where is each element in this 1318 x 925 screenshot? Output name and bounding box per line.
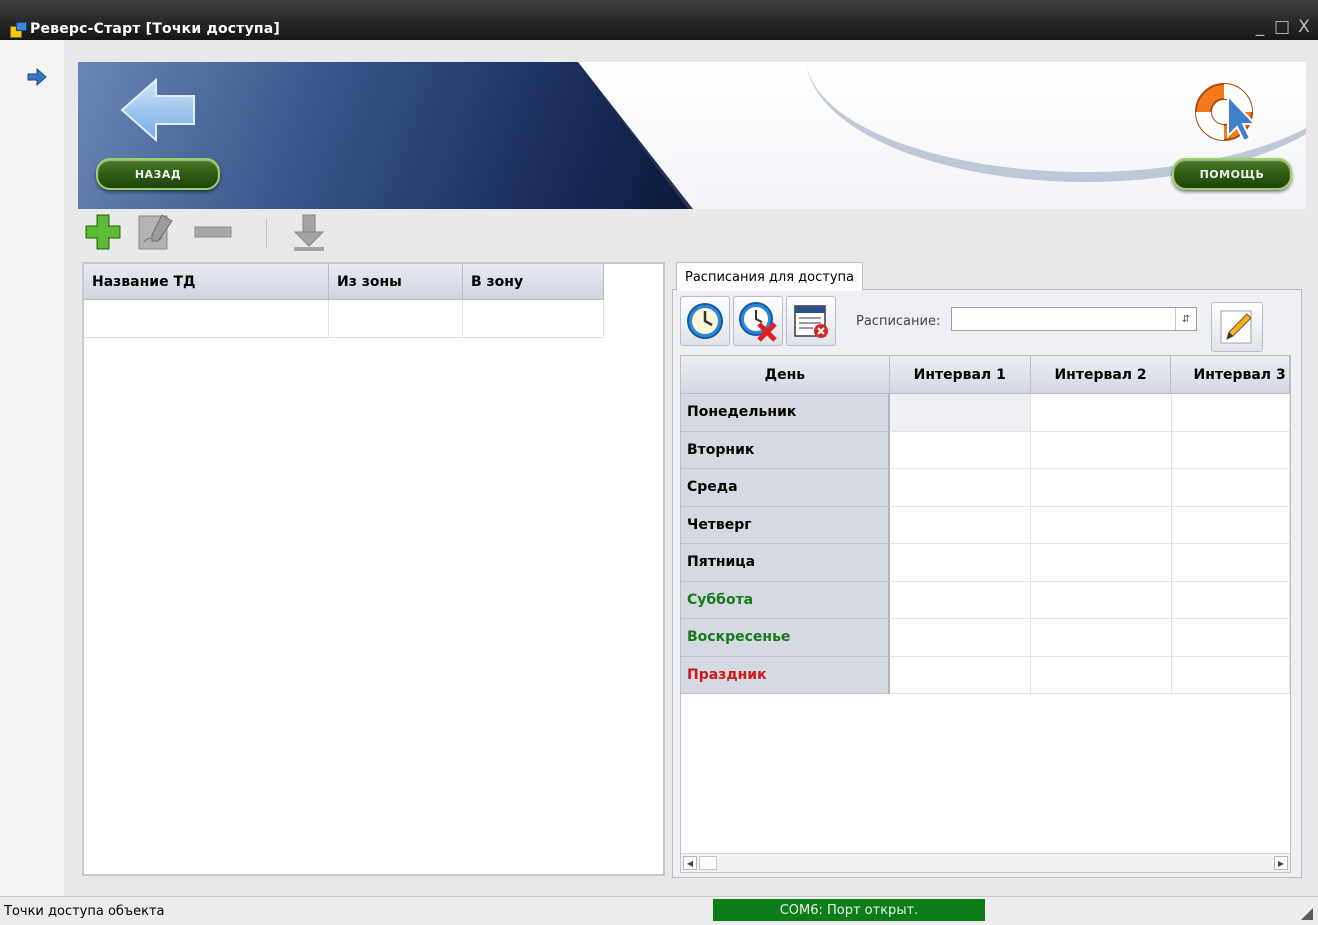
column-header-interval-2[interactable]: Интервал 2 bbox=[1030, 356, 1172, 394]
schedule-row[interactable]: Воскресенье bbox=[681, 619, 1290, 657]
new-schedule-button[interactable] bbox=[680, 296, 730, 346]
column-header-to-zone[interactable]: В зону bbox=[463, 264, 604, 300]
day-cell: Воскресенье bbox=[681, 619, 890, 657]
horizontal-scrollbar[interactable]: ◀ ▶ bbox=[681, 853, 1290, 872]
day-cell: Пятница bbox=[681, 544, 890, 582]
left-strip bbox=[0, 40, 65, 896]
schedule-row[interactable]: Понедельник bbox=[681, 394, 1290, 432]
interval-cell[interactable] bbox=[1030, 394, 1172, 432]
edit-schedule-button[interactable] bbox=[1211, 302, 1263, 352]
add-icon[interactable] bbox=[82, 212, 124, 252]
interval-cell[interactable] bbox=[1171, 619, 1290, 657]
access-points-table: Название ТД Из зоны В зону bbox=[82, 262, 665, 876]
status-bar: Точки доступа объекта COM6: Порт открыт. bbox=[0, 896, 1318, 925]
table-header: Название ТД Из зоны В зону bbox=[84, 264, 663, 300]
interval-cell[interactable] bbox=[1171, 506, 1290, 544]
interval-cell[interactable] bbox=[1171, 394, 1290, 432]
day-cell: Четверг bbox=[681, 506, 890, 544]
schedule-row[interactable]: Вторник bbox=[681, 431, 1290, 469]
table-cell[interactable] bbox=[329, 300, 463, 338]
interval-cell[interactable] bbox=[1030, 544, 1172, 582]
day-cell: Праздник bbox=[681, 656, 890, 694]
schedule-row[interactable]: Праздник bbox=[681, 656, 1290, 694]
table-cell[interactable] bbox=[84, 300, 329, 338]
back-arrow-icon[interactable] bbox=[118, 76, 200, 144]
interval-cell[interactable] bbox=[1171, 544, 1290, 582]
interval-cell[interactable] bbox=[1171, 431, 1290, 469]
interval-cell[interactable] bbox=[1171, 656, 1290, 694]
expand-arrow-icon[interactable] bbox=[27, 68, 47, 86]
toolbar bbox=[82, 208, 382, 254]
schedule-select[interactable]: ⇵ bbox=[951, 307, 1197, 331]
column-header-interval-1[interactable]: Интервал 1 bbox=[889, 356, 1031, 394]
back-button[interactable]: НАЗАД bbox=[96, 158, 220, 190]
day-cell: Понедельник bbox=[681, 394, 890, 432]
interval-cell[interactable] bbox=[1030, 656, 1172, 694]
interval-cell[interactable] bbox=[889, 656, 1031, 694]
interval-cell[interactable] bbox=[1030, 469, 1172, 507]
spin-arrows-icon[interactable]: ⇵ bbox=[1175, 308, 1196, 330]
scroll-left-icon[interactable]: ◀ bbox=[683, 856, 697, 870]
schedule-grid-header: День Интервал 1 Интервал 2 Интервал 3 bbox=[681, 356, 1290, 394]
help-lifebuoy-icon[interactable] bbox=[1190, 74, 1262, 146]
toolbar-separator bbox=[266, 218, 267, 248]
schedule-panel: Расписания для доступа Расписание: ⇵ Ден… bbox=[672, 262, 1302, 878]
interval-cell[interactable] bbox=[889, 431, 1031, 469]
column-header-day[interactable]: День bbox=[681, 356, 890, 394]
interval-cell[interactable] bbox=[889, 469, 1031, 507]
window-title: Реверс-Старт [Точки доступа] bbox=[30, 21, 281, 37]
status-text: Точки доступа объекта bbox=[4, 904, 165, 919]
remove-icon[interactable] bbox=[192, 212, 234, 252]
schedule-row[interactable]: Суббота bbox=[681, 581, 1290, 619]
pencil-edit-icon bbox=[1220, 310, 1252, 344]
schedule-row[interactable]: Пятница bbox=[681, 544, 1290, 582]
resize-grip-icon[interactable] bbox=[1300, 907, 1314, 921]
app-icon bbox=[10, 20, 27, 38]
interval-cell[interactable] bbox=[1030, 619, 1172, 657]
scroll-thumb[interactable] bbox=[699, 856, 717, 870]
interval-cell[interactable] bbox=[889, 506, 1031, 544]
schedule-row[interactable]: Четверг bbox=[681, 506, 1290, 544]
interval-cell[interactable] bbox=[889, 581, 1031, 619]
close-button[interactable]: X bbox=[1296, 17, 1312, 37]
clear-schedule-button[interactable] bbox=[786, 296, 836, 346]
maximize-button[interactable]: □ bbox=[1274, 17, 1290, 37]
clock-icon bbox=[687, 303, 723, 339]
interval-cell[interactable] bbox=[1171, 469, 1290, 507]
table-row[interactable] bbox=[84, 300, 663, 338]
interval-cell[interactable] bbox=[889, 619, 1031, 657]
tab-body: Расписание: ⇵ День Интервал 1 Интервал 2… bbox=[672, 289, 1302, 878]
interval-cell[interactable] bbox=[1030, 431, 1172, 469]
day-cell: Суббота bbox=[681, 581, 890, 619]
column-header-name[interactable]: Название ТД bbox=[84, 264, 329, 300]
day-cell: Среда bbox=[681, 469, 890, 507]
schedule-grid: День Интервал 1 Интервал 2 Интервал 3 По… bbox=[680, 355, 1291, 873]
day-cell: Вторник bbox=[681, 431, 890, 469]
download-icon[interactable] bbox=[288, 212, 330, 252]
window-controls: _ □ X bbox=[1252, 17, 1312, 37]
table-cell[interactable] bbox=[463, 300, 604, 338]
column-header-interval-3[interactable]: Интервал 3 bbox=[1171, 356, 1290, 394]
title-bar: Реверс-Старт [Точки доступа] _ □ X bbox=[0, 0, 1318, 40]
delete-schedule-button[interactable] bbox=[733, 296, 783, 346]
edit-icon[interactable] bbox=[134, 212, 176, 252]
schedule-label: Расписание: bbox=[856, 314, 941, 329]
schedule-row[interactable]: Среда bbox=[681, 469, 1290, 507]
clock-delete-icon bbox=[739, 302, 777, 342]
port-status: COM6: Порт открыт. bbox=[713, 899, 985, 921]
help-button[interactable]: ПОМОЩЬ bbox=[1172, 158, 1292, 190]
column-header-from-zone[interactable]: Из зоны bbox=[329, 264, 463, 300]
interval-cell[interactable] bbox=[889, 394, 1031, 432]
interval-cell[interactable] bbox=[889, 544, 1031, 582]
scroll-right-icon[interactable]: ▶ bbox=[1274, 856, 1288, 870]
header-banner: НАЗАД ПОМОЩЬ bbox=[78, 62, 1306, 209]
calendar-clear-icon bbox=[794, 305, 828, 338]
interval-cell[interactable] bbox=[1171, 581, 1290, 619]
minimize-button[interactable]: _ bbox=[1252, 17, 1268, 37]
tab-access-schedules[interactable]: Расписания для доступа bbox=[676, 262, 863, 291]
client-area: НАЗАД ПОМОЩЬ Название ТД Из зоны В зону … bbox=[64, 40, 1318, 896]
interval-cell[interactable] bbox=[1030, 506, 1172, 544]
interval-cell[interactable] bbox=[1030, 581, 1172, 619]
